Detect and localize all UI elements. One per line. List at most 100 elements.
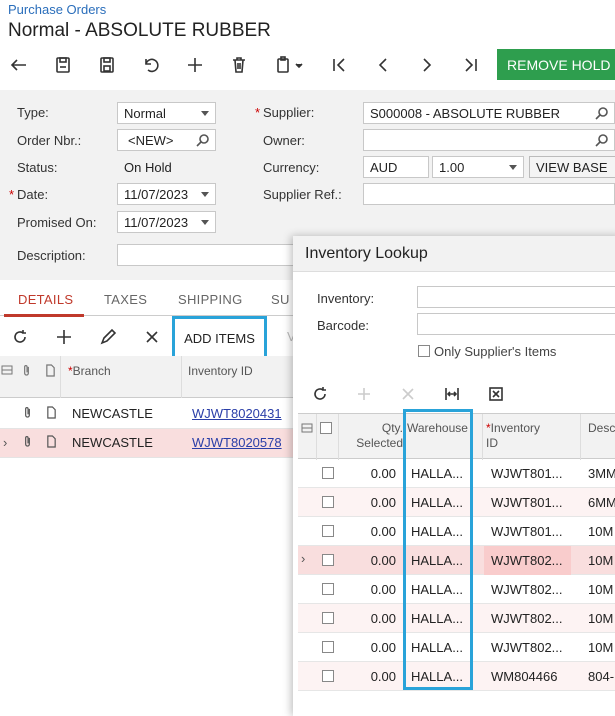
branch-cell: NEWCASTLE bbox=[72, 435, 153, 450]
chevron-down-icon bbox=[201, 192, 209, 197]
remove-hold-button[interactable]: REMOVE HOLD bbox=[497, 49, 615, 80]
inventory-id-link[interactable]: WJWT8020578 bbox=[192, 435, 282, 450]
order-nbr-field[interactable]: <NEW> bbox=[117, 129, 216, 151]
row-selector-icon bbox=[301, 422, 313, 438]
first-record-icon[interactable] bbox=[326, 52, 352, 78]
inventory-id-column-header[interactable]: Inventory ID bbox=[188, 364, 253, 378]
refresh-icon[interactable] bbox=[309, 383, 331, 405]
row-checkbox[interactable] bbox=[322, 670, 334, 682]
owner-label: Owner: bbox=[263, 133, 305, 148]
description-cell: 10M bbox=[588, 553, 614, 568]
qty-cell[interactable]: 0.00 bbox=[348, 611, 396, 626]
row-checkbox[interactable] bbox=[322, 467, 334, 479]
chevron-down-icon bbox=[201, 111, 209, 116]
table-row[interactable]: NEWCASTLE WJWT8020431 bbox=[0, 400, 300, 429]
owner-field[interactable] bbox=[363, 129, 615, 151]
inventory-id-cell: WJWT802... bbox=[491, 582, 563, 597]
delete-row-icon[interactable] bbox=[141, 326, 163, 348]
delete-icon[interactable] bbox=[226, 52, 252, 78]
date-field[interactable]: 11/07/2023 bbox=[117, 183, 216, 205]
fit-columns-icon[interactable] bbox=[441, 383, 463, 405]
qty-cell[interactable]: 0.00 bbox=[348, 640, 396, 655]
add-row-icon[interactable] bbox=[53, 326, 75, 348]
row-checkbox[interactable] bbox=[322, 583, 334, 595]
description-column-header[interactable]: Descr bbox=[588, 421, 615, 436]
description-label: Description: bbox=[17, 248, 86, 263]
dialog-title: Inventory Lookup bbox=[305, 245, 428, 262]
inventory-id-cell: WJWT802... bbox=[491, 640, 563, 655]
barcode-input[interactable] bbox=[417, 313, 615, 335]
view-base-button[interactable]: VIEW BASE bbox=[529, 156, 615, 178]
export-excel-icon[interactable] bbox=[485, 383, 507, 405]
attachment-icon[interactable] bbox=[22, 406, 33, 422]
table-row[interactable]: › NEWCASTLE WJWT8020578 bbox=[0, 429, 300, 458]
column-divider bbox=[482, 414, 483, 460]
next-record-icon[interactable] bbox=[414, 52, 440, 78]
save-icon[interactable] bbox=[94, 52, 120, 78]
add-items-button[interactable]: ADD ITEMS bbox=[172, 316, 267, 360]
description-cell: 10M bbox=[588, 582, 614, 597]
tab-shipping[interactable]: SHIPPING bbox=[178, 292, 243, 307]
qty-header-line2: Selected bbox=[356, 436, 403, 450]
qty-cell[interactable]: 0.00 bbox=[348, 553, 396, 568]
note-icon[interactable] bbox=[46, 435, 57, 451]
tab-summary[interactable]: SU bbox=[271, 292, 290, 307]
only-supplier-items-checkbox[interactable] bbox=[418, 345, 430, 357]
currency-value: AUD bbox=[370, 159, 398, 175]
order-nbr-value: <NEW> bbox=[128, 132, 174, 148]
row-checkbox[interactable] bbox=[322, 612, 334, 624]
supplier-value: S000008 - ABSOLUTE RUBBER bbox=[370, 105, 561, 121]
date-label: Date: bbox=[9, 187, 48, 202]
note-icon[interactable] bbox=[46, 406, 57, 422]
row-checkbox[interactable] bbox=[322, 525, 334, 537]
chevron-down-icon[interactable] bbox=[292, 52, 306, 78]
description-cell: 10M bbox=[588, 524, 614, 539]
inventory-input[interactable] bbox=[417, 286, 615, 308]
row-selector-icon bbox=[1, 364, 13, 379]
inventory-id-link[interactable]: WJWT8020431 bbox=[192, 406, 282, 421]
supplier-ref-field[interactable] bbox=[363, 183, 615, 205]
currency-field[interactable]: AUD bbox=[363, 156, 429, 178]
attachment-icon[interactable] bbox=[22, 435, 33, 451]
row-pointer-icon: › bbox=[301, 551, 306, 566]
qty-cell[interactable]: 0.00 bbox=[348, 466, 396, 481]
promised-on-field[interactable]: 11/07/2023 bbox=[117, 211, 216, 233]
search-icon[interactable] bbox=[595, 106, 609, 123]
breadcrumb[interactable]: Purchase Orders bbox=[8, 2, 106, 17]
last-record-icon[interactable] bbox=[458, 52, 484, 78]
inventory-id-cell: WJWT801... bbox=[491, 466, 563, 481]
inventory-id-cell: WJWT802... bbox=[491, 553, 563, 568]
qty-cell[interactable]: 0.00 bbox=[348, 495, 396, 510]
status-value: On Hold bbox=[124, 160, 172, 175]
row-checkbox[interactable] bbox=[322, 496, 334, 508]
delete-icon bbox=[397, 383, 419, 405]
undo-icon[interactable] bbox=[138, 52, 164, 78]
search-icon[interactable] bbox=[196, 133, 210, 150]
currency-rate-select[interactable]: 1.00 bbox=[432, 156, 524, 178]
branch-column-header[interactable]: Branch bbox=[73, 364, 111, 378]
type-select[interactable]: Normal bbox=[117, 102, 216, 124]
status-label: Status: bbox=[17, 160, 58, 175]
refresh-icon[interactable] bbox=[9, 326, 31, 348]
qty-cell[interactable]: 0.00 bbox=[348, 669, 396, 684]
add-icon[interactable] bbox=[182, 52, 208, 78]
search-icon[interactable] bbox=[595, 133, 609, 150]
save-and-close-icon[interactable] bbox=[50, 52, 76, 78]
qty-selected-column-header[interactable]: Qty. Selected bbox=[348, 421, 403, 451]
description-field[interactable] bbox=[117, 244, 297, 266]
qty-cell[interactable]: 0.00 bbox=[348, 582, 396, 597]
description-cell: 804- bbox=[588, 669, 615, 684]
row-checkbox[interactable] bbox=[322, 554, 334, 566]
column-divider bbox=[580, 414, 581, 460]
back-arrow-icon[interactable] bbox=[6, 52, 32, 78]
select-all-checkbox[interactable] bbox=[320, 422, 332, 434]
inventory-id-cell: WJWT801... bbox=[491, 524, 563, 539]
previous-record-icon[interactable] bbox=[370, 52, 396, 78]
row-checkbox[interactable] bbox=[322, 641, 334, 653]
supplier-field[interactable]: S000008 - ABSOLUTE RUBBER bbox=[363, 102, 615, 124]
tab-taxes[interactable]: TAXES bbox=[104, 292, 147, 307]
qty-cell[interactable]: 0.00 bbox=[348, 524, 396, 539]
edit-icon[interactable] bbox=[97, 326, 119, 348]
inventory-id-column-header[interactable]: *Inventory ID bbox=[486, 421, 540, 451]
tab-details[interactable]: DETAILS bbox=[18, 292, 73, 307]
